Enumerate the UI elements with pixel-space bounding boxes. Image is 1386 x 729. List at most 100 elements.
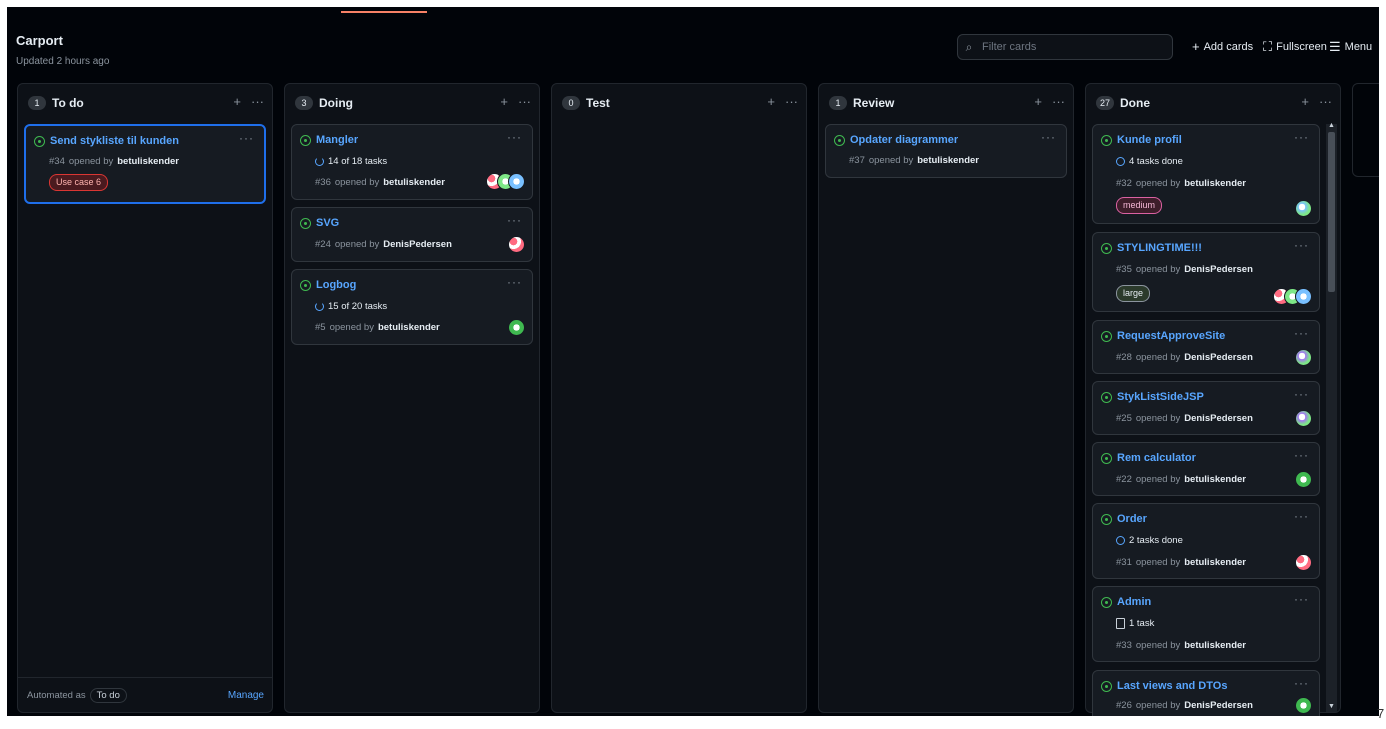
- card[interactable]: Order ··· 2 tasks done #31 opened by bet…: [1092, 503, 1320, 579]
- card-menu-icon[interactable]: ···: [1294, 509, 1309, 523]
- card-menu-icon[interactable]: ···: [507, 130, 522, 144]
- column-scrollbar[interactable]: ▲ ▼: [1326, 122, 1337, 712]
- card-menu-icon[interactable]: ···: [507, 275, 522, 289]
- author-link[interactable]: betuliskender: [917, 155, 979, 166]
- card-title[interactable]: Admin: [1101, 596, 1151, 608]
- card-menu-icon[interactable]: ···: [1294, 387, 1309, 401]
- author-link[interactable]: betuliskender: [383, 177, 445, 188]
- card[interactable]: STYLINGTIME!!! ··· #35 opened by DenisPe…: [1092, 232, 1320, 312]
- card-title-text: Kunde profil: [1117, 134, 1182, 146]
- avatar[interactable]: [1295, 697, 1312, 714]
- opened-by: opened by: [1135, 178, 1181, 189]
- fullscreen-label: Fullscreen: [1276, 41, 1327, 53]
- avatar[interactable]: [1295, 288, 1312, 305]
- card-title[interactable]: Send stykliste til kunden: [34, 135, 179, 147]
- card[interactable]: Admin ··· 1 task #33 opened by betuliske…: [1092, 586, 1320, 662]
- add-card-icon[interactable]: +: [1034, 95, 1042, 109]
- card-menu-icon[interactable]: ···: [239, 131, 254, 145]
- avatar[interactable]: [508, 236, 525, 253]
- author-link[interactable]: DenisPedersen: [1184, 352, 1253, 363]
- avatar[interactable]: [1295, 349, 1312, 366]
- add-column-placeholder[interactable]: [1352, 83, 1379, 177]
- open-issue-icon: [300, 279, 311, 291]
- more-options-icon[interactable]: ···: [785, 95, 798, 109]
- scroll-up-arrow-icon[interactable]: ▲: [1326, 122, 1337, 129]
- avatar[interactable]: [1295, 410, 1312, 427]
- avatar[interactable]: [508, 319, 525, 336]
- card[interactable]: Send stykliste til kunden ··· #34 opened…: [24, 124, 266, 204]
- card-menu-icon[interactable]: ···: [1294, 448, 1309, 462]
- add-card-icon[interactable]: +: [767, 95, 775, 109]
- avatar[interactable]: [1295, 471, 1312, 488]
- author-link[interactable]: betuliskender: [1184, 640, 1246, 651]
- card[interactable]: RequestApproveSite ··· #28 opened by Den…: [1092, 320, 1320, 374]
- author-link[interactable]: betuliskender: [1184, 557, 1246, 568]
- card-title[interactable]: Mangler: [300, 134, 358, 146]
- card-title[interactable]: RequestApproveSite: [1101, 330, 1225, 342]
- task-progress: 2 tasks done: [1116, 535, 1183, 546]
- card-title[interactable]: Order: [1101, 513, 1147, 525]
- add-cards-button[interactable]: + Add cards: [1192, 39, 1253, 54]
- card-title[interactable]: Kunde profil: [1101, 134, 1182, 146]
- card-title[interactable]: STYLINGTIME!!!: [1101, 242, 1202, 254]
- card[interactable]: Kunde profil ··· 4 tasks done #32 opened…: [1092, 124, 1320, 224]
- opened-by: opened by: [1135, 474, 1181, 485]
- author-link[interactable]: DenisPedersen: [1184, 264, 1253, 275]
- card-menu-icon[interactable]: ···: [1294, 238, 1309, 252]
- open-issue-icon: [1101, 596, 1112, 608]
- card[interactable]: SVG ··· #24 opened by DenisPedersen: [291, 207, 533, 262]
- card-title[interactable]: Logbog: [300, 279, 356, 291]
- card[interactable]: Logbog ··· 15 of 20 tasks #5 opened by b…: [291, 269, 533, 345]
- author-link[interactable]: DenisPedersen: [1184, 700, 1253, 711]
- menu-button[interactable]: ☰ Menu: [1329, 39, 1372, 55]
- card-menu-icon[interactable]: ···: [1294, 592, 1309, 606]
- card-title[interactable]: SVG: [300, 217, 339, 229]
- add-card-icon[interactable]: +: [500, 95, 508, 109]
- card-menu-icon[interactable]: ···: [507, 213, 522, 227]
- author-link[interactable]: betuliskender: [1184, 474, 1246, 485]
- card-menu-icon[interactable]: ···: [1294, 326, 1309, 340]
- author-link[interactable]: betuliskender: [117, 156, 179, 167]
- opened-by: opened by: [1135, 413, 1181, 424]
- filter-cards-input[interactable]: [980, 40, 1164, 54]
- card-menu-icon[interactable]: ···: [1294, 676, 1309, 690]
- manage-link[interactable]: Manage: [228, 690, 264, 701]
- card-title[interactable]: StykListSideJSP: [1101, 391, 1204, 403]
- card-title-text: SVG: [316, 217, 340, 229]
- card-title[interactable]: Last views and DTOs: [1101, 680, 1227, 692]
- task-list-icon: [1116, 618, 1125, 629]
- card-title[interactable]: Opdater diagrammer: [834, 134, 958, 146]
- card[interactable]: Last views and DTOs ··· #26 opened by De…: [1092, 670, 1320, 716]
- label-use-case-6[interactable]: Use case 6: [49, 174, 109, 191]
- card-title[interactable]: Rem calculator: [1101, 452, 1196, 464]
- add-card-icon[interactable]: +: [233, 95, 241, 109]
- card[interactable]: Mangler ··· 14 of 18 tasks #36 opened by…: [291, 124, 533, 200]
- label-medium[interactable]: medium: [1116, 197, 1163, 214]
- card[interactable]: Rem calculator ··· #22 opened by betulis…: [1092, 442, 1320, 496]
- author-link[interactable]: DenisPedersen: [383, 239, 452, 250]
- fullscreen-button[interactable]: ⛶ Fullscreen: [1263, 39, 1327, 55]
- author-link[interactable]: DenisPedersen: [1184, 413, 1253, 424]
- more-options-icon[interactable]: ···: [251, 95, 264, 109]
- card[interactable]: StykListSideJSP ··· #25 opened by DenisP…: [1092, 381, 1320, 435]
- avatar[interactable]: [508, 173, 525, 190]
- card[interactable]: Opdater diagrammer ··· #37 opened by bet…: [825, 124, 1067, 178]
- avatar[interactable]: [1295, 200, 1312, 217]
- task-count: 2 tasks done: [1129, 535, 1183, 546]
- scroll-thumb[interactable]: [1328, 132, 1335, 292]
- scroll-down-arrow-icon[interactable]: ▼: [1326, 703, 1337, 710]
- author-link[interactable]: betuliskender: [1184, 178, 1246, 189]
- label-large[interactable]: large: [1116, 285, 1151, 302]
- card-menu-icon[interactable]: ···: [1041, 130, 1056, 144]
- card-menu-icon[interactable]: ···: [1294, 130, 1309, 144]
- filter-cards-field[interactable]: ⌕: [957, 34, 1173, 60]
- more-options-icon[interactable]: ···: [1052, 95, 1065, 109]
- column-name: To do: [52, 96, 84, 110]
- more-options-icon[interactable]: ···: [518, 95, 531, 109]
- more-options-icon[interactable]: ···: [1319, 95, 1332, 109]
- avatar[interactable]: [1295, 554, 1312, 571]
- add-card-icon[interactable]: +: [1301, 95, 1309, 109]
- opened-by: opened by: [1135, 640, 1181, 651]
- author-link[interactable]: betuliskender: [378, 322, 440, 333]
- opened-by: opened by: [334, 239, 380, 250]
